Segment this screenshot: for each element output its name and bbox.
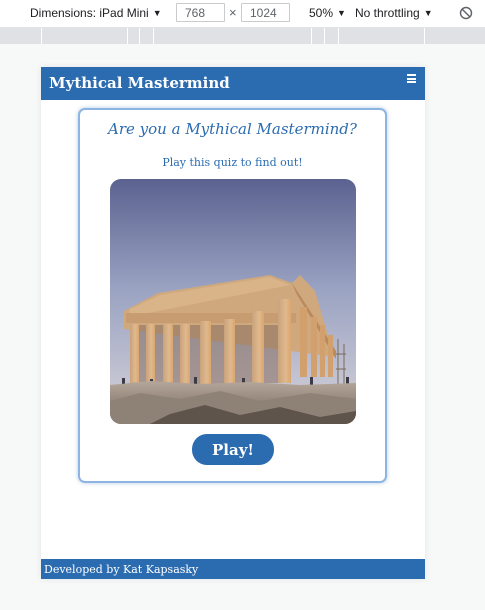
device-select-label: Dimensions: iPad Mini xyxy=(30,6,149,20)
navbar: Mythical Mastermind xyxy=(41,67,425,100)
parthenon-image xyxy=(110,179,356,424)
zoom-select[interactable]: 50% ▼ xyxy=(309,6,346,20)
chevron-down-icon: ▼ xyxy=(423,8,433,18)
throttling-label: No throttling xyxy=(355,6,420,20)
hamburger-icon[interactable] xyxy=(407,74,416,83)
zoom-label: 50% xyxy=(309,6,334,20)
times-icon: × xyxy=(229,5,237,20)
media-query-bar xyxy=(0,28,485,44)
brand-logo[interactable]: Mythical Mastermind xyxy=(49,74,230,92)
rotate-icon[interactable] xyxy=(459,6,473,23)
quiz-intro-card: Are you a Mythical Mastermind? Play this… xyxy=(78,108,387,483)
device-viewport: Mythical Mastermind Are you a Mythical M… xyxy=(41,67,425,579)
devtools-device-toolbar: Dimensions: iPad Mini ▼ 768 × 1024 50% ▼ N… xyxy=(0,0,485,28)
device-select[interactable]: Dimensions: iPad Mini ▼ xyxy=(30,6,162,20)
play-button[interactable]: Play! xyxy=(192,434,274,465)
height-input[interactable]: 1024 xyxy=(241,3,290,22)
throttling-select[interactable]: No throttling ▼ xyxy=(355,6,433,20)
footer: Developed by Kat Kapsasky xyxy=(41,559,425,579)
chevron-down-icon: ▼ xyxy=(337,8,346,18)
page-subtitle: Play this quiz to find out! xyxy=(162,156,303,169)
page-title: Are you a Mythical Mastermind? xyxy=(108,120,357,138)
chevron-down-icon: ▼ xyxy=(152,8,162,18)
footer-credit: Developed by Kat Kapsasky xyxy=(44,563,199,576)
width-input[interactable]: 768 xyxy=(176,3,225,22)
